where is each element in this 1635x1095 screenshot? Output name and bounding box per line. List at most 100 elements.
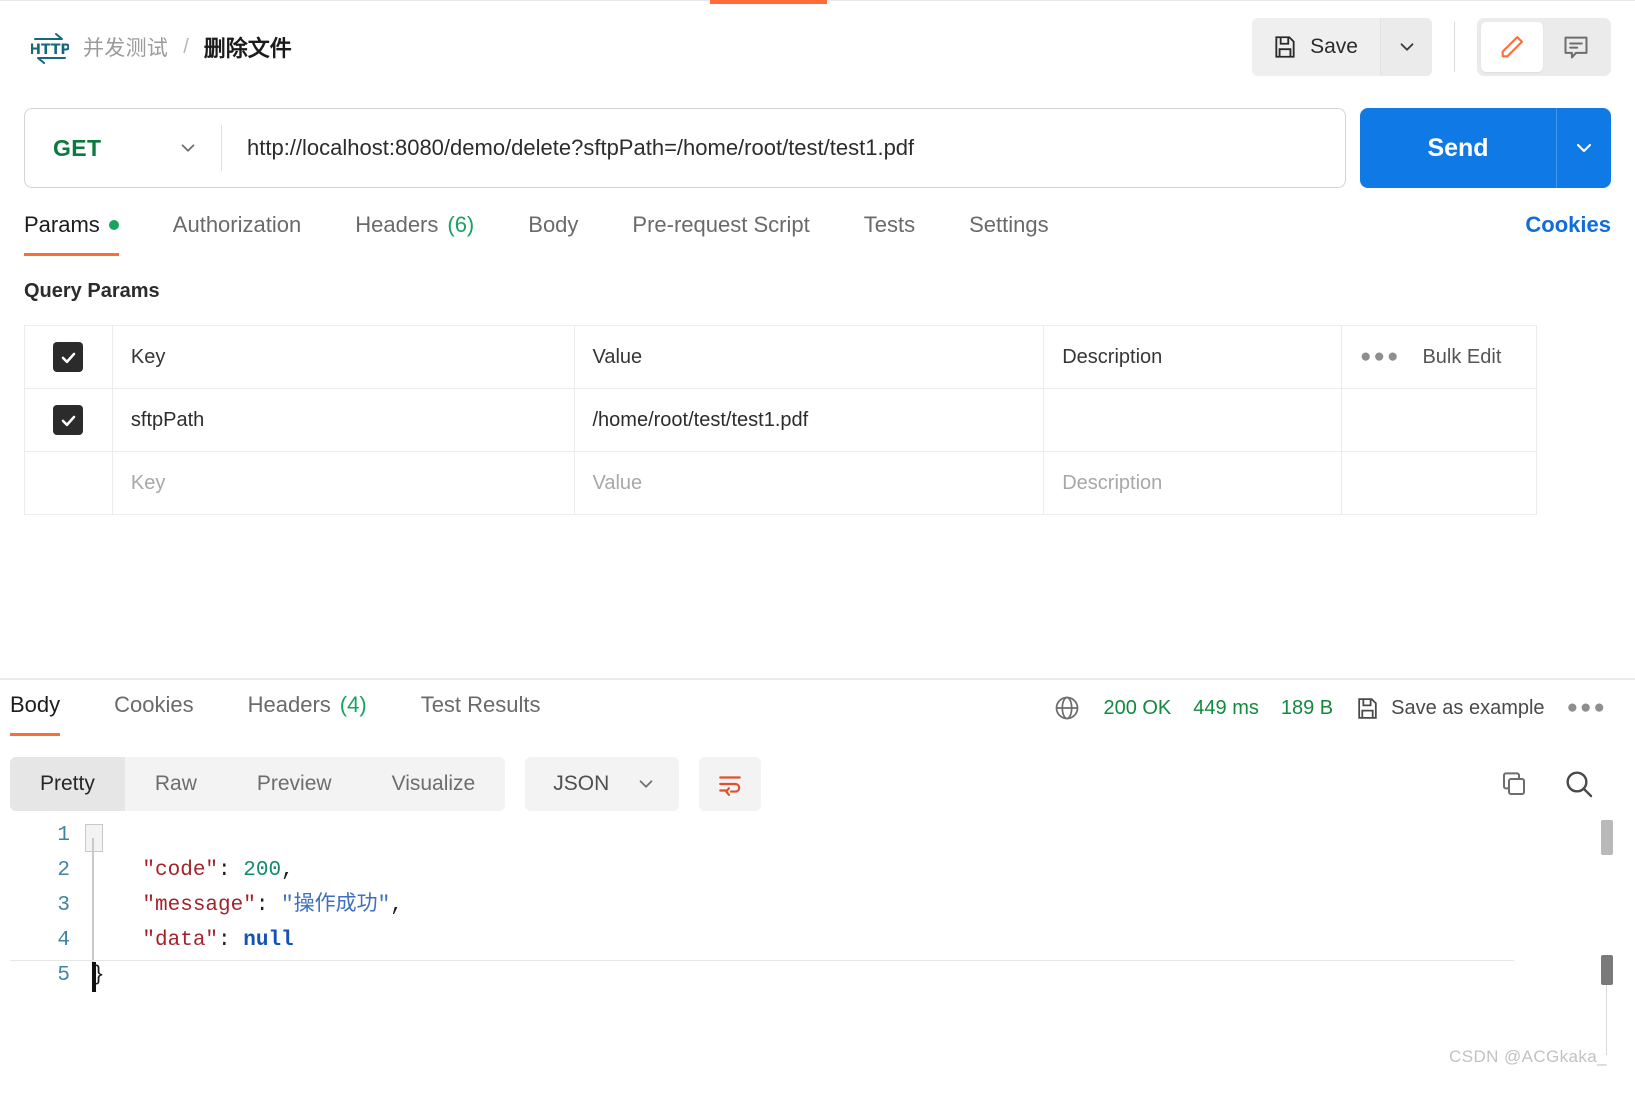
code-line-content: "message": "操作成功", bbox=[92, 888, 402, 923]
query-params-table: Key Value Description ●●● Bulk Edit sftp… bbox=[24, 325, 1537, 515]
code-line-content: "data": null bbox=[92, 923, 294, 958]
scrollbar-thumb-bottom[interactable] bbox=[1601, 955, 1613, 985]
comments-button[interactable] bbox=[1545, 22, 1607, 72]
params-modified-dot bbox=[108, 220, 119, 230]
text-caret bbox=[92, 962, 96, 992]
response-tab-cookies[interactable]: Cookies bbox=[114, 686, 193, 736]
status-badge: 200 OK bbox=[1103, 696, 1172, 719]
json-null: null bbox=[243, 929, 294, 952]
bulk-edit-button[interactable]: Bulk Edit bbox=[1422, 346, 1501, 369]
param-value-input[interactable]: /home/root/test/test1.pdf bbox=[573, 388, 1045, 452]
cookies-link[interactable]: Cookies bbox=[1525, 206, 1611, 238]
json-number: 200 bbox=[243, 859, 282, 882]
send-button[interactable]: Send bbox=[1360, 108, 1556, 188]
response-size: 189 B bbox=[1280, 696, 1334, 719]
code-line: 5 } bbox=[10, 958, 1625, 993]
save-as-example-button[interactable]: Save as example bbox=[1355, 696, 1545, 721]
response-tabs: Body Cookies Headers (4) Test Results 20… bbox=[10, 686, 1625, 742]
response-scrollbar[interactable] bbox=[1601, 820, 1613, 985]
search-button[interactable] bbox=[1563, 768, 1595, 800]
line-number: 4 bbox=[57, 929, 70, 952]
select-all-checkbox[interactable] bbox=[53, 342, 84, 372]
bulk-edit-cell: ●●● Bulk Edit bbox=[1341, 325, 1537, 389]
code-line-content: "code": 200, bbox=[92, 853, 293, 888]
url-input-container: GET http://localhost:8080/demo/delete?sf… bbox=[24, 108, 1346, 188]
table-row: sftpPath /home/root/test/test1.pdf bbox=[24, 388, 1537, 452]
view-mode-visualize[interactable]: Visualize bbox=[362, 757, 506, 811]
response-body-viewer[interactable]: 1 { 2 "code": 200, 3 "message": "操作成功", … bbox=[10, 818, 1625, 1018]
response-tab-headers-label: Headers bbox=[247, 692, 331, 717]
page-title: 删除文件 bbox=[203, 36, 292, 61]
response-tab-test-results-label: Test Results bbox=[420, 692, 541, 717]
param-key-input[interactable]: sftpPath bbox=[111, 388, 575, 452]
response-tab-body[interactable]: Body bbox=[10, 686, 61, 736]
code-line: 2 "code": 200, bbox=[10, 853, 1625, 888]
search-icon bbox=[1566, 771, 1593, 798]
code-current-line-rule bbox=[10, 960, 1514, 961]
table-header-row: Key Value Description ●●● Bulk Edit bbox=[24, 325, 1537, 389]
tab-params[interactable]: Params bbox=[24, 206, 119, 256]
ellipsis-icon[interactable]: ●●● bbox=[1360, 346, 1400, 368]
param-description-input[interactable] bbox=[1043, 388, 1343, 452]
header-icon-group bbox=[1477, 18, 1611, 76]
send-options-button[interactable] bbox=[1556, 108, 1611, 188]
response-format-select[interactable]: JSON bbox=[525, 757, 680, 811]
json-punct: : bbox=[255, 894, 282, 917]
tab-authorization[interactable]: Authorization bbox=[173, 206, 301, 256]
floppy-disk-icon bbox=[1272, 34, 1298, 60]
scrollbar-thumb-top[interactable] bbox=[1601, 820, 1613, 855]
tab-body[interactable]: Body bbox=[528, 206, 578, 256]
code-line: 3 "message": "操作成功", bbox=[10, 888, 1625, 923]
view-mode-raw[interactable]: Raw bbox=[125, 757, 227, 811]
new-param-row-actions bbox=[1341, 451, 1537, 515]
comment-icon bbox=[1564, 36, 1588, 59]
save-button[interactable]: Save bbox=[1252, 18, 1380, 76]
tab-tests[interactable]: Tests bbox=[864, 206, 915, 256]
copy-icon bbox=[1503, 772, 1525, 795]
svg-text:HTTP: HTTP bbox=[31, 42, 69, 58]
view-mode-pretty[interactable]: Pretty bbox=[10, 757, 125, 811]
save-button-group: Save bbox=[1252, 18, 1432, 76]
tab-headers[interactable]: Headers (6) bbox=[355, 206, 474, 256]
edit-request-button[interactable] bbox=[1481, 22, 1543, 72]
response-tab-test-results[interactable]: Test Results bbox=[421, 686, 541, 736]
view-mode-preview[interactable]: Preview bbox=[227, 757, 362, 811]
breadcrumb-parent[interactable]: 并发测试 bbox=[83, 32, 168, 62]
chevron-down-icon bbox=[181, 144, 195, 152]
tab-pre-request-script[interactable]: Pre-request Script bbox=[632, 206, 809, 256]
json-string: "操作成功" bbox=[281, 894, 391, 917]
tab-params-label: Params bbox=[24, 212, 100, 237]
breadcrumb-separator: / bbox=[183, 35, 189, 58]
response-meta: 200 OK 449 ms 189 B Save as example ●●● bbox=[1053, 686, 1625, 722]
new-param-description-input[interactable]: Description bbox=[1043, 451, 1343, 515]
chevron-down-icon bbox=[1576, 143, 1592, 153]
copy-button[interactable] bbox=[1499, 769, 1529, 799]
query-params-title: Query Params bbox=[24, 280, 160, 302]
new-param-value-input[interactable]: Value bbox=[573, 451, 1045, 515]
line-number: 1 bbox=[57, 824, 70, 847]
wrap-text-button[interactable] bbox=[699, 757, 762, 811]
row-checkbox[interactable] bbox=[53, 405, 84, 435]
response-format-label: JSON bbox=[553, 772, 610, 795]
request-tabs: Params Authorization Headers (6) Body Pr… bbox=[24, 206, 1611, 264]
tab-tests-label: Tests bbox=[863, 212, 916, 237]
code-fold-toggle[interactable] bbox=[85, 824, 103, 852]
tab-settings[interactable]: Settings bbox=[969, 206, 1049, 256]
line-number: 5 bbox=[57, 964, 70, 987]
save-dropdown-button[interactable] bbox=[1380, 18, 1432, 76]
json-key: "message" bbox=[92, 894, 256, 917]
select-all-cell bbox=[24, 325, 113, 389]
http-method-select[interactable]: GET bbox=[25, 109, 221, 187]
response-tab-headers[interactable]: Headers (4) bbox=[248, 686, 367, 736]
response-more-button[interactable]: ●●● bbox=[1567, 697, 1607, 719]
http-method-label: GET bbox=[53, 134, 102, 161]
url-input[interactable]: http://localhost:8080/demo/delete?sftpPa… bbox=[222, 135, 1345, 161]
new-param-key-input[interactable]: Key bbox=[111, 451, 575, 515]
watermark: CSDN @ACGkaka_ bbox=[1449, 1047, 1607, 1066]
column-header-description: Description bbox=[1043, 325, 1343, 389]
response-tab-body-label: Body bbox=[10, 692, 61, 717]
empty-row-checkbox-cell bbox=[24, 451, 113, 515]
response-tab-headers-count: (4) bbox=[339, 692, 367, 717]
header-divider bbox=[1454, 22, 1455, 72]
chevron-down-icon bbox=[639, 780, 653, 788]
